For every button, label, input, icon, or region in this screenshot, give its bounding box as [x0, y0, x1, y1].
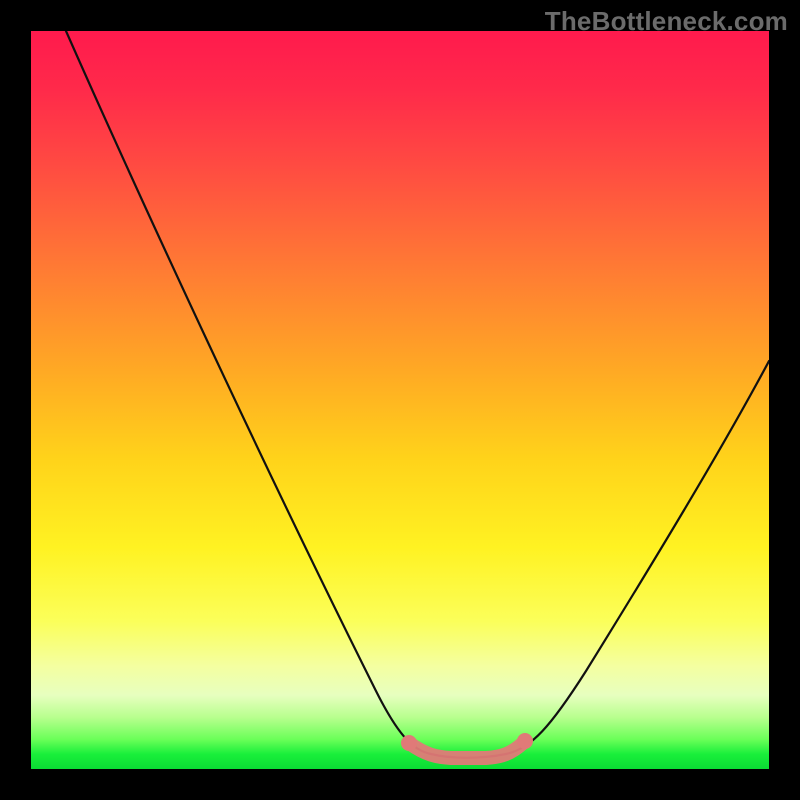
curve-right-branch [506, 361, 769, 754]
plot-area [31, 31, 769, 769]
optimal-zone-highlight [409, 743, 523, 758]
optimal-zone-cap-right [517, 733, 533, 749]
curves-svg [31, 31, 769, 769]
curve-left-branch [66, 31, 431, 754]
chart-frame: TheBottleneck.com [0, 0, 800, 800]
optimal-zone-cap-left [401, 735, 417, 751]
watermark-text: TheBottleneck.com [545, 6, 788, 37]
